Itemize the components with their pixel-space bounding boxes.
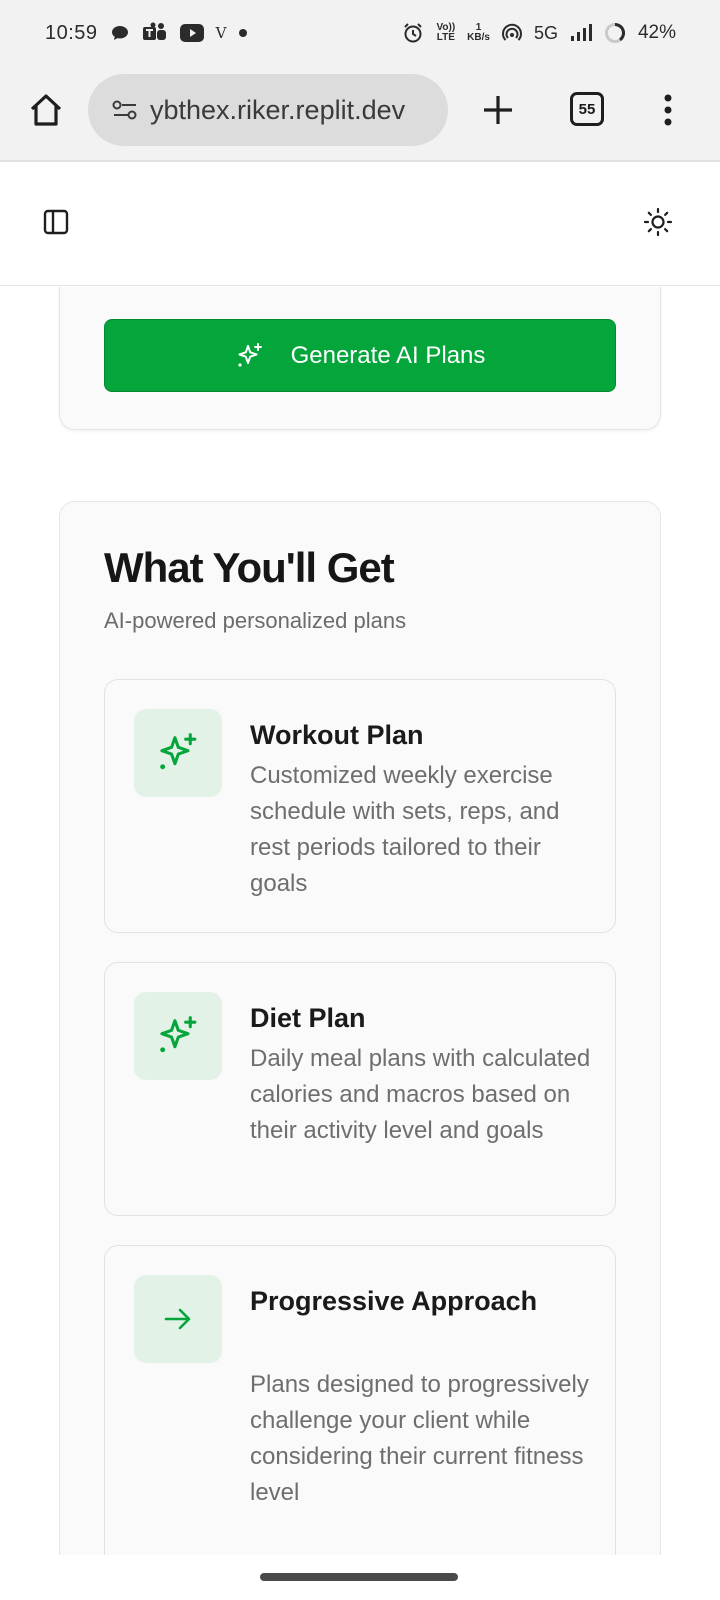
plus-icon [484,96,512,124]
status-time: 10:59 [45,21,98,44]
feature-title: Workout Plan [250,720,424,750]
feature-card-diet-plan: Diet Plan Daily meal plans with calculat… [104,962,616,1216]
carrier-letter: V [215,24,227,42]
more-vertical-icon [664,94,672,126]
generate-button-label: Generate AI Plans [290,341,486,369]
sparkles-icon [160,733,197,770]
status-left: 10:59 V [45,22,248,45]
browser-menu-button[interactable] [660,90,676,130]
address-bar[interactable]: ybthex.riker.replit.dev [88,74,448,146]
tab-switcher-button[interactable]: 55 [570,92,604,126]
volte-indicator: Vo)) LTE [436,23,455,43]
sparkles-icon [237,342,262,367]
site-settings-icon[interactable] [112,99,138,121]
network-speed: 1 KB/s [467,23,490,43]
tab-count: 55 [578,100,596,118]
theme-toggle-button[interactable] [642,206,674,238]
network-type: 5G [533,22,558,43]
browser-toolbar: ybthex.riker.replit.dev 55 [0,66,720,162]
volte-bottom-text: LTE [436,32,455,43]
battery-percent: 42% [637,22,676,43]
section-title: What You'll Get [104,544,395,591]
network-speed-unit: KB/s [467,32,490,43]
feature-icon-box [134,709,222,797]
feature-description: Daily meal plans with calculated calorie… [250,1045,591,1144]
sidebar-toggle-button[interactable] [42,208,70,236]
main-content: Generate AI Plans What You'll Get AI-pow… [0,287,720,1555]
feature-card-progressive-approach: Progressive Approach Plans designed to p… [104,1245,616,1555]
feature-description: Customized weekly exercise schedule with… [250,762,560,897]
section-subtitle: AI-powered personalized plans [104,608,407,633]
arrow-right-icon [164,1308,191,1330]
chat-bubble-icon [110,23,130,43]
alarm-icon [402,22,424,44]
feature-title: Diet Plan [250,1003,366,1033]
status-right: Vo)) LTE 1 KB/s 5G 42% [402,22,676,44]
feature-icon-box [134,992,222,1080]
home-icon [30,94,62,126]
teams-icon [142,22,168,44]
generate-card: Generate AI Plans [59,287,661,430]
feature-description: Plans designed to progressively challeng… [250,1371,589,1506]
feature-card-workout-plan: Workout Plan Customized weekly exercise … [104,679,616,933]
sidebar-icon [43,209,69,235]
sun-icon [643,207,673,237]
new-tab-button[interactable] [478,90,518,130]
home-button[interactable] [26,90,66,130]
generate-ai-plans-button[interactable]: Generate AI Plans [104,319,616,392]
sparkles-icon [160,1016,197,1053]
feature-icon-box [134,1275,222,1363]
feature-title: Progressive Approach [250,1286,538,1316]
youtube-icon [179,24,204,42]
app-header [0,162,720,286]
what-you-get-card: What You'll Get AI-powered personalized … [59,501,661,1555]
battery-icon [604,22,626,44]
hotspot-icon [501,23,522,43]
url-text: ybthex.riker.replit.dev [150,94,406,125]
gesture-nav-handle[interactable] [260,1573,458,1581]
status-bar: 10:59 V Vo)) LTE 1 KB/s 5G 42% [0,0,720,66]
signal-icon [570,24,592,42]
notification-dot-icon [238,28,248,38]
